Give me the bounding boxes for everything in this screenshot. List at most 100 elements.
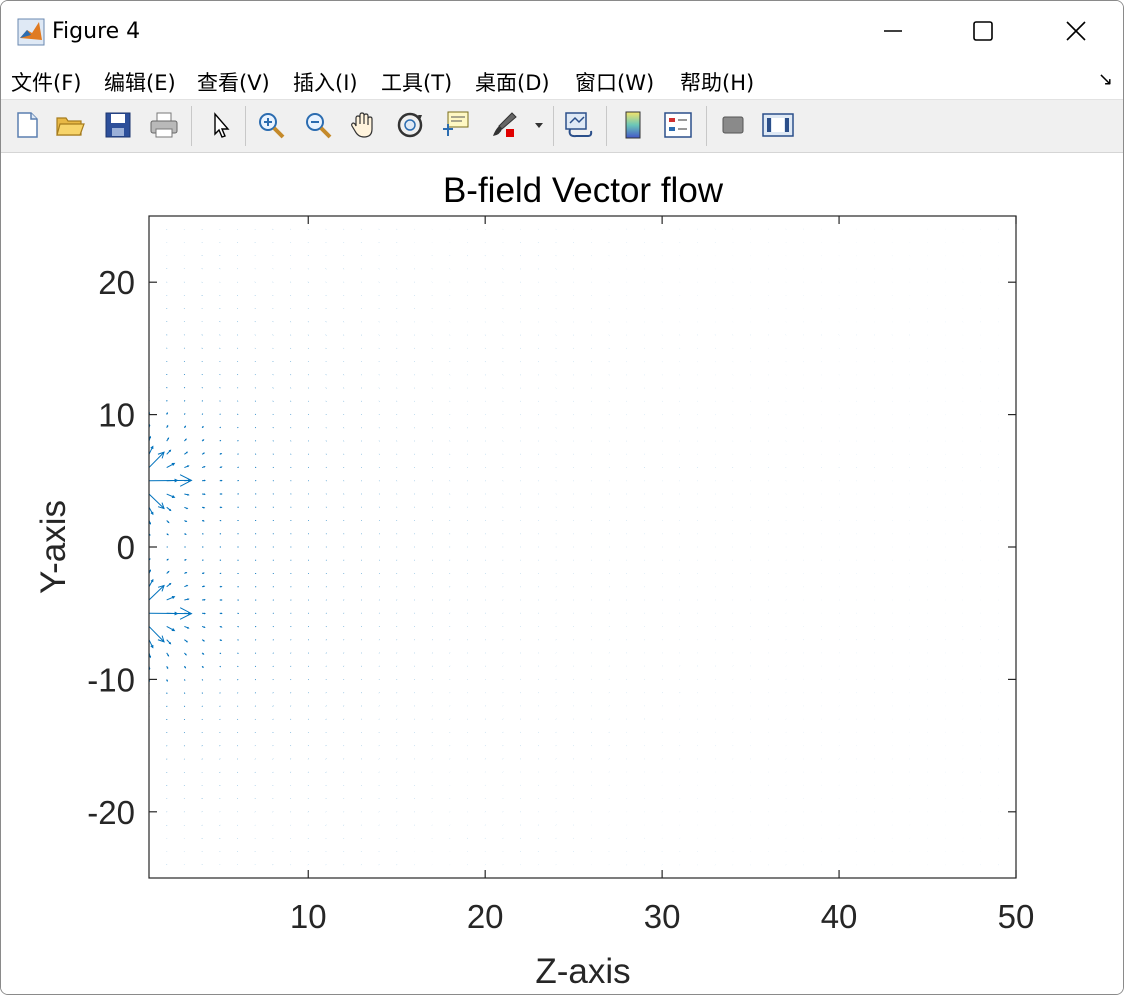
vector-shaft bbox=[183, 679, 186, 681]
vector-shaft bbox=[148, 493, 165, 509]
hide-plot-tools-button[interactable] bbox=[716, 108, 750, 142]
dock-arrow-icon[interactable]: ↘ bbox=[1098, 69, 1113, 90]
vector-arrow bbox=[148, 451, 165, 468]
vector-head bbox=[202, 519, 205, 522]
vector-arrow bbox=[201, 652, 205, 655]
vector-arrow bbox=[184, 533, 187, 535]
vector-arrow bbox=[148, 493, 165, 510]
vector-arrow bbox=[166, 639, 172, 645]
vector-arrow bbox=[166, 478, 179, 483]
menu-insert[interactable]: 插入(I) bbox=[293, 67, 358, 97]
vector-head bbox=[220, 599, 223, 601]
pan-button[interactable] bbox=[347, 108, 381, 142]
vector-arrow bbox=[201, 639, 206, 642]
vector-arrow bbox=[166, 412, 168, 415]
link-plot-icon bbox=[565, 112, 593, 138]
vector-arrow bbox=[184, 438, 187, 442]
vector-arrow bbox=[184, 520, 188, 523]
vector-arrow bbox=[201, 585, 206, 588]
vector-arrow bbox=[166, 582, 172, 588]
vector-arrow bbox=[166, 449, 172, 455]
data-cursor-button[interactable] bbox=[439, 108, 473, 142]
vector-arrow bbox=[184, 559, 187, 561]
zoom-out-button[interactable] bbox=[301, 108, 335, 142]
close-button[interactable] bbox=[1030, 1, 1122, 61]
vector-head bbox=[220, 479, 223, 482]
vector-arrow bbox=[219, 639, 223, 641]
vector-arrow bbox=[201, 625, 206, 628]
vector-shaft bbox=[219, 679, 221, 681]
maximize-button[interactable] bbox=[937, 1, 1029, 61]
vector-arrow bbox=[184, 451, 189, 455]
vector-head bbox=[203, 493, 206, 496]
open-file-button[interactable] bbox=[53, 108, 87, 142]
vector-shaft bbox=[219, 439, 222, 442]
vector-arrow bbox=[237, 665, 239, 668]
figure-window: Figure 4 文件(F) 编辑(E) 查看(V) 插入(I) 工具(T) 桌… bbox=[0, 0, 1124, 995]
vector-arrow bbox=[184, 584, 189, 588]
print-button[interactable] bbox=[147, 108, 181, 142]
vector-shaft bbox=[219, 665, 221, 668]
menu-desktop[interactable]: 桌面(D) bbox=[475, 67, 550, 97]
vector-arrow bbox=[166, 625, 176, 632]
vector-arrow bbox=[201, 466, 206, 469]
menu-window[interactable]: 窗口(W) bbox=[575, 67, 654, 97]
save-button[interactable] bbox=[101, 108, 135, 142]
vector-shaft bbox=[237, 652, 239, 654]
brush-button[interactable] bbox=[487, 108, 521, 142]
open-file-icon bbox=[56, 117, 85, 136]
vector-arrow bbox=[219, 679, 221, 681]
menu-help[interactable]: 帮助(H) bbox=[680, 67, 754, 97]
brush-dropdown-button[interactable] bbox=[531, 108, 547, 142]
vector-arrow bbox=[202, 598, 206, 601]
menu-bar: 文件(F) 编辑(E) 查看(V) 插入(I) 工具(T) 桌面(D) 窗口(W… bbox=[1, 61, 1123, 100]
vector-arrow bbox=[184, 571, 188, 574]
vector-head bbox=[203, 612, 206, 615]
show-plot-tools-button[interactable] bbox=[761, 108, 795, 142]
pan-hand-icon bbox=[351, 112, 373, 138]
vector-arrow bbox=[237, 413, 239, 415]
zoom-in-button[interactable] bbox=[254, 108, 288, 142]
title-bar[interactable]: Figure 4 bbox=[1, 1, 1123, 61]
vector-arrow bbox=[237, 453, 239, 455]
vector-arrow bbox=[184, 625, 190, 629]
vector-arrow bbox=[166, 462, 176, 469]
minimize-button[interactable] bbox=[847, 1, 939, 61]
vector-arrow bbox=[219, 612, 223, 615]
vector-arrow bbox=[166, 652, 170, 657]
menu-edit[interactable]: 编辑(E) bbox=[104, 67, 176, 97]
new-figure-button[interactable] bbox=[10, 108, 44, 142]
vector-arrow bbox=[219, 665, 221, 668]
link-plot-button[interactable] bbox=[561, 108, 595, 142]
quiver-plot[interactable]: B-field Vector flow 10 20 30 40 50-20-100102… bbox=[1, 153, 1123, 994]
vector-arrow bbox=[201, 452, 206, 455]
figure-canvas[interactable]: B-field Vector flow 10 20 30 40 50 -20 -10 0 10 2… bbox=[1, 153, 1123, 994]
toolbar bbox=[1, 100, 1123, 153]
insert-colorbar-button[interactable] bbox=[616, 108, 650, 142]
vector-shaft bbox=[237, 440, 239, 442]
vector-head bbox=[220, 506, 223, 509]
save-icon bbox=[105, 112, 131, 138]
toolbar-separator bbox=[706, 106, 707, 146]
vector-shaft bbox=[148, 585, 165, 601]
vector-arrow bbox=[184, 493, 190, 496]
insert-legend-button[interactable] bbox=[661, 108, 695, 142]
vector-shaft bbox=[237, 453, 239, 455]
insert-colorbar-icon bbox=[625, 111, 641, 139]
vector-head bbox=[203, 506, 206, 509]
edit-plot-button[interactable] bbox=[203, 108, 237, 142]
toolbar-separator bbox=[245, 106, 246, 146]
vector-head bbox=[202, 572, 205, 575]
menu-view[interactable]: 查看(V) bbox=[197, 67, 270, 97]
vector-arrow bbox=[201, 572, 205, 575]
menu-file[interactable]: 文件(F) bbox=[11, 67, 81, 97]
vector-head bbox=[187, 493, 190, 496]
vector-arrow bbox=[219, 599, 223, 601]
zoom-out-icon bbox=[306, 113, 332, 139]
vector-arrow bbox=[237, 679, 239, 681]
vector-arrow bbox=[237, 652, 239, 654]
vector-arrow bbox=[219, 493, 223, 495]
rotate-3d-button[interactable] bbox=[393, 108, 427, 142]
vector-arrow bbox=[148, 626, 165, 643]
menu-tools[interactable]: 工具(T) bbox=[381, 67, 452, 97]
